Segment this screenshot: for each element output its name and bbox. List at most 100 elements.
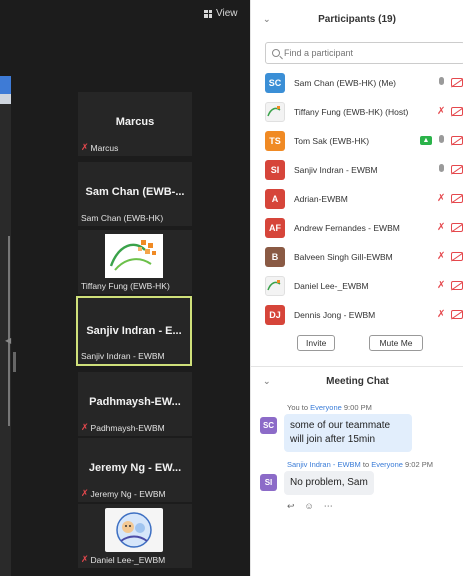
video-gallery: View ◀ Marcus ✗ Marcus Sam Chan (EWB-...… [0, 0, 250, 576]
participant-search-input[interactable] [284, 48, 444, 58]
message-sender[interactable]: Sanjiv Indran - EWBM [287, 460, 361, 469]
video-tile[interactable]: Tiffany Fung (EWB-HK) [78, 230, 192, 294]
participant-status-icons: ▲ [420, 135, 463, 146]
grid-view-icon [204, 9, 212, 18]
video-tile[interactable]: Marcus ✗ Marcus [78, 92, 192, 156]
chevron-down-icon[interactable]: ⌄ [263, 14, 271, 25]
video-tile[interactable]: ✗ Daniel Lee-_EWBM [78, 504, 192, 568]
tile-name: Sam Chan (EWB-HK) [81, 213, 164, 223]
participant-name: Dennis Jong - EWBM [294, 309, 376, 320]
chat-message: SI No problem, Sam [251, 471, 463, 495]
avatar: SI [265, 159, 285, 180]
invite-button[interactable]: Invite [297, 335, 335, 351]
microphone-icon[interactable] [438, 164, 445, 175]
mute-me-button[interactable]: Mute Me [369, 335, 423, 351]
message-to-word: to [301, 403, 309, 412]
camera-off-icon[interactable] [451, 165, 463, 174]
participant-status-icons: ✗ [437, 106, 463, 117]
camera-off-icon[interactable] [451, 223, 463, 232]
resize-handle[interactable] [13, 352, 16, 372]
participant-status-icons [438, 164, 463, 175]
microphone-muted-icon[interactable]: ✗ [437, 251, 445, 262]
message-text: No problem, Sam [284, 471, 374, 495]
tile-title: Sam Chan (EWB-... [85, 186, 185, 198]
participant-name: Sanjiv Indran - EWBM [294, 164, 378, 175]
camera-off-icon[interactable] [451, 281, 463, 290]
participant-name: Andrew Fernandes - EWBM [294, 222, 400, 233]
participant-row[interactable]: A Adrian-EWBM ✗ [251, 184, 463, 213]
logo-icon [109, 240, 156, 271]
view-button[interactable]: View [204, 8, 238, 19]
profile-picture [105, 508, 163, 552]
participant-row[interactable]: TS Tom Sak (EWB-HK) ▲ [251, 126, 463, 155]
tile-name: Jeremy Ng - EWBM [90, 488, 166, 499]
participant-row[interactable]: Tiffany Fung (EWB-HK) (Host) ✗ [251, 97, 463, 126]
avatar: AF [265, 217, 285, 238]
mic-muted-icon: ✗ [81, 488, 89, 498]
participant-row[interactable]: SC Sam Chan (EWB-HK) (Me) [251, 68, 463, 97]
microphone-muted-icon[interactable]: ✗ [437, 280, 445, 291]
microphone-icon[interactable] [438, 77, 445, 88]
microphone-icon[interactable] [438, 135, 445, 146]
avatar [265, 101, 285, 122]
profile-picture [105, 234, 163, 278]
tile-name: Sanjiv Indran - EWBM [81, 351, 165, 361]
camera-off-icon[interactable] [451, 136, 463, 145]
message-recipient[interactable]: Everyone [310, 403, 342, 412]
avatar: DJ [265, 304, 285, 325]
message-meta: Sanjiv Indran - EWBM to Everyone 9:02 PM [287, 460, 463, 469]
camera-off-icon[interactable] [451, 194, 463, 203]
participant-status-icons: ✗ [437, 280, 463, 291]
participant-name: Sam Chan (EWB-HK) (Me) [294, 77, 397, 88]
participant-row[interactable]: DJ Dennis Jong - EWBM ✗ [251, 300, 463, 329]
participant-status-icons [438, 77, 463, 88]
avatar: B [265, 246, 285, 267]
participant-row[interactable]: B Balveen Singh Gill-EWBM ✗ [251, 242, 463, 271]
participant-row[interactable]: Daniel Lee-_EWBM ✗ [251, 271, 463, 300]
microphone-muted-icon[interactable]: ✗ [437, 193, 445, 204]
camera-off-icon[interactable] [451, 252, 463, 261]
message-to-word: to [362, 460, 370, 469]
participant-name: Adrian-EWBM [294, 193, 348, 204]
video-tile[interactable]: Jeremy Ng - EW... ✗ Jeremy Ng - EWBM [78, 438, 192, 502]
video-tile-active-speaker[interactable]: Sanjiv Indran - E... Sanjiv Indran - EWB… [76, 296, 192, 366]
tile-name-label: Sanjiv Indran - EWBM [81, 351, 165, 361]
participant-row[interactable]: AF Andrew Fernandes - EWBM ✗ [251, 213, 463, 242]
video-tile[interactable]: Padhmaysh-EW... ✗ Padhmaysh-EWBM [78, 372, 192, 436]
microphone-muted-icon[interactable]: ✗ [437, 222, 445, 233]
camera-off-icon[interactable] [451, 310, 463, 319]
avatar: A [265, 188, 285, 209]
participant-row[interactable]: SI Sanjiv Indran - EWBM [251, 155, 463, 184]
tile-name-label: Tiffany Fung (EWB-HK) [81, 281, 170, 291]
shared-screen-scrollbar[interactable] [8, 236, 10, 426]
more-icon[interactable]: ⋯ [324, 501, 333, 512]
message-recipient[interactable]: Everyone [371, 460, 403, 469]
shared-screen-bar [0, 94, 11, 104]
tile-title: Marcus [115, 116, 155, 128]
avatar: SI [260, 474, 277, 491]
tile-title: Jeremy Ng - EW... [88, 462, 182, 474]
participant-status-icons: ✗ [437, 251, 463, 262]
tile-title: Sanjiv Indran - E... [86, 325, 182, 337]
participant-search[interactable] [265, 42, 463, 64]
cartoon-avatar-icon [116, 512, 152, 548]
search-icon [272, 49, 280, 57]
chat-message: SC some of our teammate will join after … [251, 414, 463, 452]
chevron-left-icon[interactable]: ◀ [5, 336, 11, 345]
participant-name: Daniel Lee-_EWBM [294, 280, 369, 291]
tile-name: Marcus [90, 142, 119, 153]
microphone-muted-icon[interactable]: ✗ [437, 309, 445, 320]
participant-name: Tiffany Fung (EWB-HK) (Host) [294, 106, 409, 117]
chat-header: ⌄ Meeting Chat [251, 367, 463, 395]
camera-off-icon[interactable] [451, 107, 463, 116]
emoji-icon[interactable]: ☺ [305, 501, 314, 512]
mic-muted-icon: ✗ [81, 554, 89, 564]
microphone-muted-icon[interactable]: ✗ [437, 106, 445, 117]
tile-name: Tiffany Fung (EWB-HK) [81, 281, 170, 291]
meeting-chat-panel: ⌄ Meeting Chat You to Everyone 9:00 PM S… [251, 366, 463, 512]
chevron-down-icon[interactable]: ⌄ [263, 376, 271, 387]
reply-icon[interactable]: ↩ [287, 501, 295, 512]
video-tile[interactable]: Sam Chan (EWB-... Sam Chan (EWB-HK) [78, 162, 192, 226]
camera-off-icon[interactable] [451, 78, 463, 87]
avatar [265, 275, 285, 296]
